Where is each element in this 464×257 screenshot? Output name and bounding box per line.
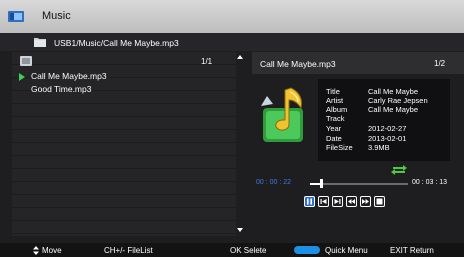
repeat-icon[interactable] xyxy=(390,163,408,177)
file-item-label: Good Time.mp3 xyxy=(31,84,92,94)
blue-key-icon xyxy=(294,246,320,254)
pause-button[interactable] xyxy=(304,196,315,207)
fast-forward-button[interactable] xyxy=(360,196,371,207)
next-button[interactable] xyxy=(332,196,343,207)
up-down-arrow-icon xyxy=(33,246,39,255)
parent-folder-icon[interactable] xyxy=(20,56,32,66)
page-indicator: 1/1 xyxy=(201,57,213,66)
previous-button[interactable] xyxy=(318,196,329,207)
folder-icon xyxy=(34,38,46,47)
music-note-album-icon xyxy=(261,87,303,142)
progress-knob[interactable] xyxy=(320,179,323,188)
next-icon xyxy=(334,199,341,204)
song-title: Call Me Maybe.mp3 xyxy=(260,59,336,69)
title-bar: Music xyxy=(0,0,464,33)
now-playing-panel: Call Me Maybe.mp3 1/2 Title Call Me Mayb… xyxy=(252,52,464,236)
hint-exit: EXIT Return xyxy=(390,246,434,255)
file-list-panel[interactable]: 1/1 Call Me Maybe.mp3 Good Time.mp3 xyxy=(12,52,236,236)
main-area: USB1/Music/Call Me Maybe.mp3 1/1 Call Me… xyxy=(0,33,464,243)
progress-bar[interactable] xyxy=(310,183,408,185)
scroll-up-arrow-icon[interactable] xyxy=(237,55,243,59)
hint-ok: OK Selete xyxy=(230,246,267,255)
hint-filelist: CH+/- FileList xyxy=(104,246,153,255)
file-list: Call Me Maybe.mp3 Good Time.mp3 xyxy=(12,70,236,96)
now-playing-arrow-icon xyxy=(19,73,25,81)
previous-icon xyxy=(320,199,327,204)
song-header: Call Me Maybe.mp3 1/2 xyxy=(252,52,464,74)
rewind-button[interactable] xyxy=(346,196,357,207)
current-path: USB1/Music/Call Me Maybe.mp3 xyxy=(54,38,179,48)
stop-icon xyxy=(376,198,383,205)
path-bar: USB1/Music/Call Me Maybe.mp3 xyxy=(0,33,464,51)
total-time: 00 : 03 : 13 xyxy=(412,179,448,186)
rewind-icon xyxy=(348,199,355,204)
stop-button[interactable] xyxy=(374,196,385,207)
file-item-call-me-maybe[interactable]: Call Me Maybe.mp3 xyxy=(12,70,236,83)
scroll-down-arrow-icon[interactable] xyxy=(237,228,243,232)
track-info-box: Title Call Me Maybe Artist Carly Rae Jep… xyxy=(318,79,450,161)
music-app-icon xyxy=(8,11,24,22)
window-title: Music xyxy=(42,10,71,22)
file-list-scrollbar[interactable] xyxy=(236,52,244,236)
footer-hint-bar: Move CH+/- FileList OK Selete Quick Menu… xyxy=(0,243,464,257)
pause-icon xyxy=(307,198,312,205)
song-count: 1/2 xyxy=(434,59,446,68)
fast-forward-icon xyxy=(362,199,369,204)
file-item-good-time[interactable]: Good Time.mp3 xyxy=(12,83,236,96)
current-time: 00 : 00 : 22 xyxy=(256,179,292,186)
hint-move: Move xyxy=(42,246,62,255)
hint-quick-menu: Quick Menu xyxy=(325,246,368,255)
file-item-label: Call Me Maybe.mp3 xyxy=(31,71,107,81)
